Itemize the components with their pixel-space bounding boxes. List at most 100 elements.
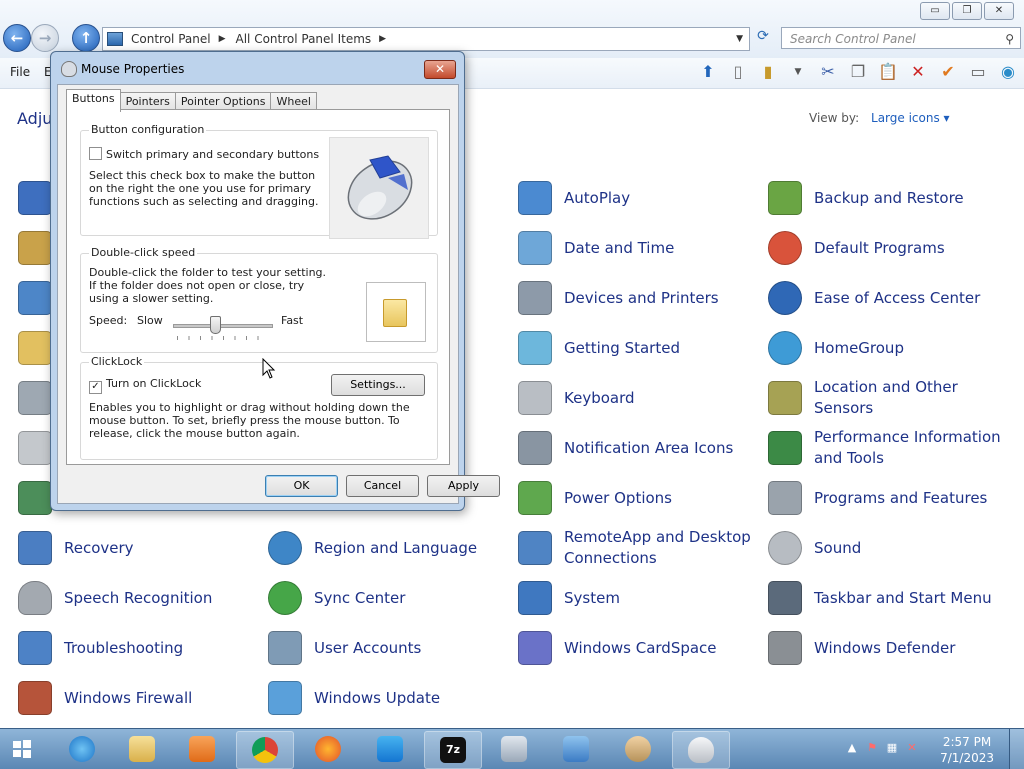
search-icon[interactable]: ⚲ <box>1005 28 1014 50</box>
minimize-button[interactable]: ▭ <box>920 2 950 20</box>
cancel-button[interactable]: Cancel <box>346 475 419 497</box>
cp-item-keyboard[interactable]: Keyboard <box>518 381 754 415</box>
checkbox-unchecked-icon[interactable] <box>89 147 102 160</box>
double-click-slider-track[interactable] <box>173 324 273 328</box>
view-by-dropdown[interactable]: Large icons ▾ <box>871 111 950 125</box>
clicklock-checkbox[interactable]: ✓ Turn on ClickLock <box>89 377 201 394</box>
taskbar-calculator[interactable] <box>486 731 542 767</box>
cp-item-autoplay[interactable]: AutoPlay <box>518 181 754 215</box>
cp-item-firewall[interactable]: Windows Firewall <box>18 681 254 715</box>
cp-item-devices-printers[interactable]: Devices and Printers <box>518 281 754 315</box>
cp-item-backup-restore[interactable]: Backup and Restore <box>768 181 1004 215</box>
show-hidden-icons-icon[interactable]: ▲ <box>845 741 859 755</box>
mouse-icon[interactable] <box>18 431 52 465</box>
cp-item-recovery[interactable]: Recovery <box>18 531 254 565</box>
color-management-icon[interactable] <box>18 231 52 265</box>
paste-icon[interactable]: 📋 <box>876 60 900 84</box>
address-dropdown-icon[interactable]: ▼ <box>736 34 743 44</box>
taskbar-clock[interactable]: 2:57 PM 7/1/2023 <box>940 734 994 766</box>
taskbar-firefox[interactable] <box>300 731 356 767</box>
taskbar-chrome[interactable] <box>236 731 294 769</box>
rename-icon[interactable]: ▭ <box>966 60 990 84</box>
pane-icon[interactable]: ▯ <box>726 60 750 84</box>
taskbar-users[interactable] <box>610 731 666 767</box>
delete-icon[interactable]: ✕ <box>906 60 930 84</box>
breadcrumb-all-items[interactable]: All Control Panel Items <box>236 32 372 46</box>
back-arrow-icon[interactable]: ← <box>3 24 31 52</box>
sensor-icon <box>768 381 802 415</box>
desktop-gadgets-icon[interactable] <box>18 281 52 315</box>
taskbar-windows-app[interactable] <box>362 731 418 767</box>
breadcrumb-control-panel[interactable]: Control Panel <box>131 32 211 46</box>
cut-icon[interactable]: ✂ <box>816 60 840 84</box>
refresh-icon[interactable]: ⟳ <box>752 28 774 48</box>
cp-item-troubleshooting[interactable]: Troubleshooting <box>18 631 254 665</box>
cp-item-location-sensors[interactable]: Location and Other Sensors <box>768 377 1004 419</box>
switch-buttons-checkbox[interactable]: Switch primary and secondary buttons <box>89 147 319 161</box>
clicklock-settings-button[interactable]: Settings... <box>331 374 425 396</box>
cp-item-user-accounts[interactable]: User Accounts <box>268 631 504 665</box>
backup-icon <box>768 181 802 215</box>
double-click-slider-thumb[interactable] <box>209 316 221 334</box>
breadcrumb-separator-icon[interactable]: ▶ <box>379 34 386 44</box>
group-title: Button configuration <box>89 123 207 136</box>
dialog-close-button[interactable]: ✕ <box>424 60 456 79</box>
cp-item-power-options[interactable]: Power Options <box>518 481 754 515</box>
cp-item-getting-started[interactable]: Getting Started <box>518 331 754 365</box>
cp-item-region-language[interactable]: Region and Language <box>268 531 504 565</box>
cp-item-programs-features[interactable]: Programs and Features <box>768 481 1004 515</box>
address-bar[interactable]: Control Panel ▶ All Control Panel Items … <box>102 27 750 51</box>
cp-item-sound[interactable]: Sound <box>768 531 1004 565</box>
restore-button[interactable]: ❐ <box>952 2 982 20</box>
personalization-icon[interactable] <box>18 481 52 515</box>
cp-item-default-programs[interactable]: Default Programs <box>768 231 1004 265</box>
window-close-button[interactable]: ✕ <box>984 2 1014 20</box>
taskbar-internet-explorer[interactable] <box>54 731 110 767</box>
control-panel-icon <box>563 736 589 762</box>
taskbar-mouse-properties[interactable] <box>672 731 730 769</box>
up-arrow-icon[interactable]: ↑ <box>72 24 100 52</box>
start-button[interactable] <box>2 731 42 767</box>
cp-item-ease-of-access[interactable]: Ease of Access Center <box>768 281 1004 315</box>
taskbar-control-panel[interactable] <box>548 731 604 767</box>
dropdown-icon[interactable]: ▼ <box>786 60 810 84</box>
cp-item-sync-center[interactable]: Sync Center <box>268 581 504 615</box>
folder-icon[interactable]: ▮ <box>756 60 780 84</box>
cp-item-defender[interactable]: Windows Defender <box>768 631 1004 665</box>
up-level-icon[interactable]: ⬆ <box>696 60 720 84</box>
volume-muted-icon[interactable]: ✕ <box>905 741 919 755</box>
cp-item-performance[interactable]: Performance Information and Tools <box>768 427 1004 469</box>
cp-item-windows-update[interactable]: Windows Update <box>268 681 504 715</box>
cp-item-date-time[interactable]: Date and Time <box>518 231 754 265</box>
taskbar-media-player[interactable] <box>174 731 230 767</box>
folder-icon[interactable] <box>383 299 407 327</box>
action-center-flag-icon[interactable]: ⚑ <box>865 741 879 755</box>
taskbar-7zip[interactable]: 7z <box>424 731 482 769</box>
folder-options-icon[interactable] <box>18 331 52 365</box>
checkmark-icon[interactable]: ✔ <box>936 60 960 84</box>
indexing-options-icon[interactable] <box>18 381 52 415</box>
cp-item-remoteapp[interactable]: RemoteApp and Desktop Connections <box>518 527 754 569</box>
checkbox-checked-icon[interactable]: ✓ <box>89 381 102 394</box>
tab-buttons[interactable]: Buttons <box>66 89 121 112</box>
apply-button[interactable]: Apply <box>427 475 500 497</box>
action-center-icon[interactable] <box>18 181 52 215</box>
breadcrumb-separator-icon[interactable]: ▶ <box>219 34 226 44</box>
show-desktop-button[interactable] <box>1009 729 1024 769</box>
menu-file[interactable]: File <box>10 65 30 79</box>
test-folder-area[interactable] <box>366 282 426 342</box>
ok-button[interactable]: OK <box>265 475 338 497</box>
fast-label: Fast <box>281 314 304 327</box>
cp-item-taskbar-start[interactable]: Taskbar and Start Menu <box>768 581 1004 615</box>
globe-icon[interactable]: ◉ <box>996 60 1020 84</box>
search-input[interactable]: Search Control Panel ⚲ <box>781 27 1021 49</box>
cp-item-homegroup[interactable]: HomeGroup <box>768 331 1004 365</box>
forward-arrow-icon[interactable]: → <box>31 24 59 52</box>
taskbar-explorer[interactable] <box>114 731 170 767</box>
network-icon[interactable]: ▦ <box>885 741 899 755</box>
cp-item-system[interactable]: System <box>518 581 754 615</box>
copy-icon[interactable]: ❐ <box>846 60 870 84</box>
cp-item-speech[interactable]: Speech Recognition <box>18 581 254 615</box>
cp-item-notification-icons[interactable]: Notification Area Icons <box>518 431 754 465</box>
cp-item-cardspace[interactable]: Windows CardSpace <box>518 631 754 665</box>
